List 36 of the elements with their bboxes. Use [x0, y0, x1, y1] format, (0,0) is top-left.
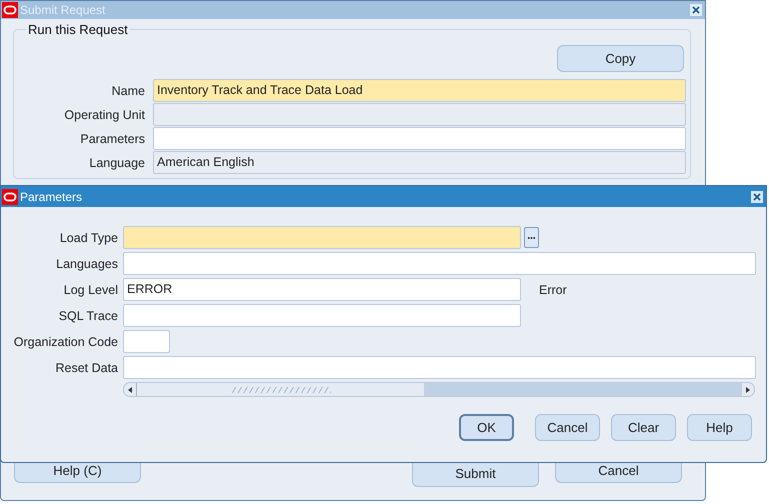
close-icon[interactable] [751, 190, 763, 202]
field-description: Error [539, 282, 567, 296]
button[interactable]: Cancel [535, 414, 600, 441]
group-title: Run this Request [26, 22, 130, 37]
button[interactable]: Help [687, 414, 752, 441]
input-field[interactable] [123, 252, 756, 275]
field-label: Languages [55, 256, 118, 270]
input-field[interactable] [123, 226, 521, 249]
button[interactable]: OK [459, 414, 514, 441]
field-label: Log Level [62, 282, 118, 296]
button[interactable]: Clear [611, 414, 676, 441]
input-field[interactable]: ERROR [123, 278, 521, 301]
input-field[interactable] [123, 330, 170, 353]
input-field: American English [153, 151, 686, 174]
list-of-values-button[interactable] [524, 227, 539, 248]
field-label: SQL Trace [58, 308, 118, 322]
app-logo-icon [2, 2, 18, 18]
input-field[interactable] [123, 356, 756, 379]
window-title: Submit Request [20, 3, 106, 17]
copy-button[interactable]: Copy [557, 45, 684, 72]
field-label: Reset Data [54, 360, 118, 374]
app-logo-icon [2, 188, 18, 204]
field-label: Operating Unit [63, 108, 145, 122]
input-field[interactable]: Inventory Track and Trace Data Load [153, 79, 686, 102]
input-field[interactable] [123, 304, 521, 327]
input-field[interactable] [153, 127, 686, 150]
horizontal-scrollbar[interactable] [123, 382, 755, 397]
window-title: Parameters [20, 190, 84, 204]
field-label: Parameters [79, 132, 145, 146]
left-arrow-icon[interactable] [127, 386, 133, 392]
right-arrow-icon[interactable] [745, 386, 751, 392]
ellipsis-icon [527, 236, 536, 240]
field-label: Language [88, 156, 145, 170]
field-label: Organization Code [12, 334, 118, 348]
field-label: Load Type [58, 230, 118, 244]
field-label: Name [110, 84, 145, 98]
